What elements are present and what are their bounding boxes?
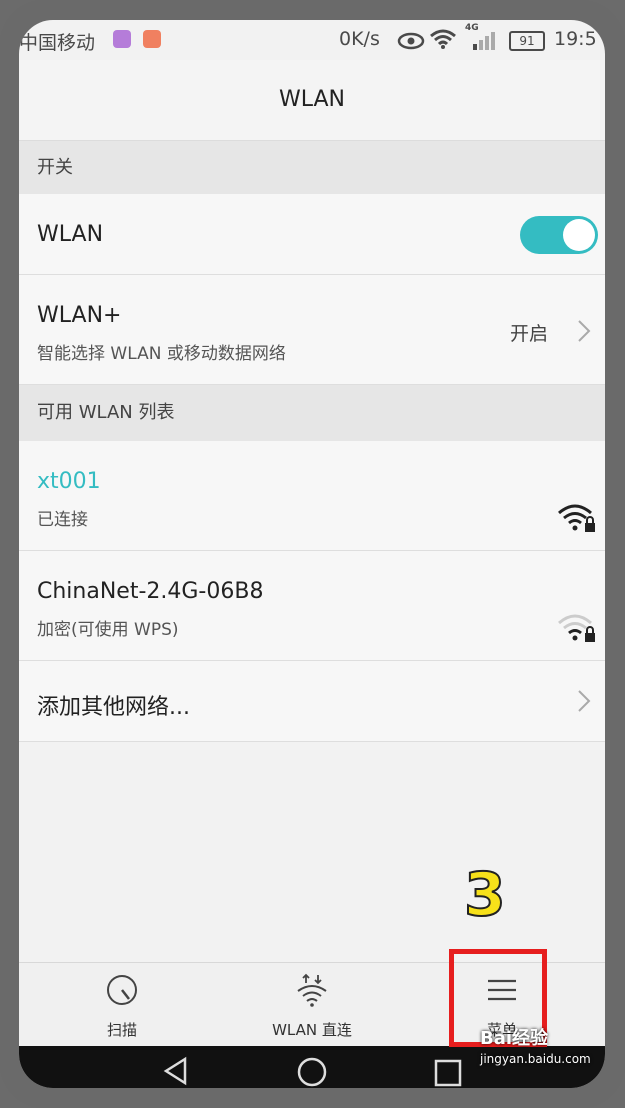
watermark-brand: Bai经验 [480,1028,549,1049]
status-bar: 中国移动 0K/s 4G 91 19:5 [19,20,605,60]
add-network-label: 添加其他网络... [37,695,190,720]
clock: 19:5 [554,28,597,50]
chevron-right-icon [578,320,591,342]
wlan-toggle-row[interactable]: WLAN [19,194,605,275]
watermark-url: jingyan.baidu.com [480,1052,591,1066]
back-nav-icon[interactable] [161,1056,191,1086]
gallery-notification-icon [113,30,131,48]
recents-nav-icon[interactable] [433,1058,463,1088]
eye-icon [397,32,425,50]
scan-icon [107,975,137,1005]
signal-icon [473,32,495,50]
network-ssid: ChinaNet-2.4G-06B8 [37,579,264,604]
page-title: WLAN [19,60,605,141]
wifi-status-icon [430,29,456,49]
wlan-direct-label: WLAN 直连 [272,1021,352,1039]
scan-label: 扫描 [106,1021,137,1039]
wifi-locked-weak-icon [558,614,595,642]
home-nav-icon[interactable] [296,1056,328,1088]
phone-frame: 中国移动 0K/s 4G 91 19:5 WLAN 开关 WLAN WLAN+ … [0,0,625,1108]
section-header-list: 可用 WLAN 列表 [19,385,605,441]
network-speed: 0K/s [339,28,380,50]
wlan-plus-subtitle: 智能选择 WLAN 或移动数据网络 [37,344,286,364]
video-notification-icon [143,30,161,48]
network-status: 已连接 [37,510,88,530]
wlan-label: WLAN [37,222,104,247]
network-item-chinanet[interactable]: ChinaNet-2.4G-06B8 加密(可使用 WPS) [19,551,605,661]
network-status: 加密(可使用 WPS) [37,620,179,640]
chevron-right-icon [578,690,591,712]
watermark: Bai经验 jingyan.baidu.com [480,1024,591,1066]
section-header-switch: 开关 [19,141,605,194]
add-network-row[interactable]: 添加其他网络... [19,661,605,742]
screen: 中国移动 0K/s 4G 91 19:5 WLAN 开关 WLAN WLAN+ … [19,20,605,1088]
step-number-annotation: 3 [463,859,507,931]
scan-button[interactable]: 扫描 [27,963,217,1047]
network-ssid: xt001 [37,469,101,494]
wlan-plus-status: 开启 [510,323,549,345]
carrier-name: 中国移动 [19,32,96,54]
wifi-locked-strong-icon [558,504,595,532]
network-item-xt001[interactable]: xt001 已连接 [19,441,605,551]
battery-level: 91 [509,31,545,51]
wlan-plus-row[interactable]: WLAN+ 智能选择 WLAN 或移动数据网络 开启 [19,275,605,385]
wlan-direct-icon [297,973,327,1007]
wlan-direct-button[interactable]: WLAN 直连 [217,963,407,1047]
wlan-toggle-switch[interactable] [520,216,598,254]
toggle-knob [563,219,595,251]
wlan-plus-label: WLAN+ [37,303,122,328]
